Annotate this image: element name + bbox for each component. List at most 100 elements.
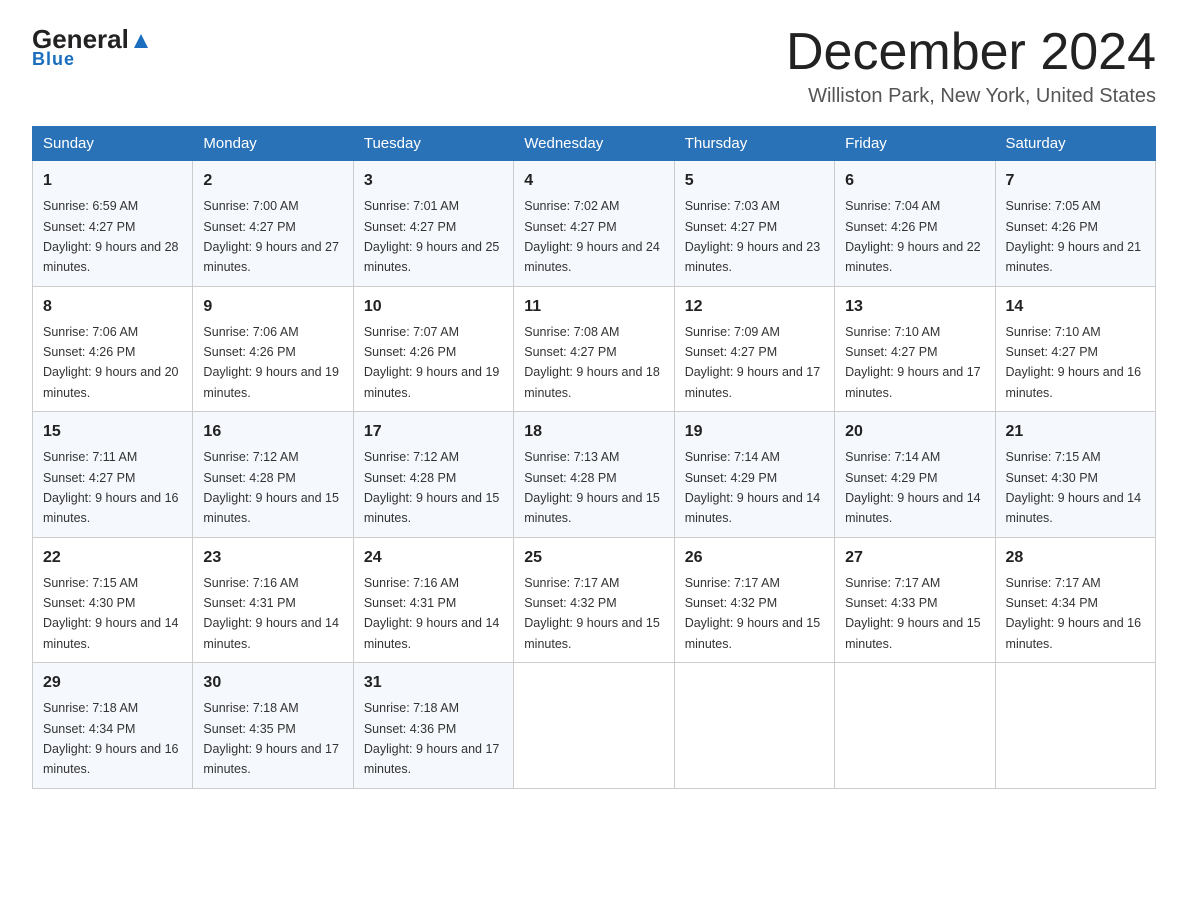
logo-blue-text: Blue [32, 49, 75, 70]
calendar-cell: 25 Sunrise: 7:17 AMSunset: 4:32 PMDaylig… [514, 537, 674, 663]
day-number: 21 [1006, 420, 1145, 444]
header-thursday: Thursday [674, 127, 834, 161]
day-number: 1 [43, 169, 182, 193]
day-info: Sunrise: 6:59 AMSunset: 4:27 PMDaylight:… [43, 199, 179, 274]
day-info: Sunrise: 7:14 AMSunset: 4:29 PMDaylight:… [685, 450, 821, 525]
calendar-cell [995, 663, 1155, 789]
day-number: 6 [845, 169, 984, 193]
day-info: Sunrise: 7:04 AMSunset: 4:26 PMDaylight:… [845, 199, 981, 274]
day-info: Sunrise: 7:05 AMSunset: 4:26 PMDaylight:… [1006, 199, 1142, 274]
header-tuesday: Tuesday [353, 127, 513, 161]
day-info: Sunrise: 7:08 AMSunset: 4:27 PMDaylight:… [524, 325, 660, 400]
day-info: Sunrise: 7:18 AMSunset: 4:34 PMDaylight:… [43, 701, 179, 776]
calendar-week-row: 8 Sunrise: 7:06 AMSunset: 4:26 PMDayligh… [33, 286, 1156, 412]
day-number: 20 [845, 420, 984, 444]
day-number: 16 [203, 420, 342, 444]
calendar-cell: 15 Sunrise: 7:11 AMSunset: 4:27 PMDaylig… [33, 412, 193, 538]
calendar-cell: 11 Sunrise: 7:08 AMSunset: 4:27 PMDaylig… [514, 286, 674, 412]
day-number: 9 [203, 295, 342, 319]
calendar-week-row: 1 Sunrise: 6:59 AMSunset: 4:27 PMDayligh… [33, 161, 1156, 287]
header-sunday: Sunday [33, 127, 193, 161]
calendar-cell: 24 Sunrise: 7:16 AMSunset: 4:31 PMDaylig… [353, 537, 513, 663]
logo: General Blue [32, 24, 153, 70]
calendar-cell: 5 Sunrise: 7:03 AMSunset: 4:27 PMDayligh… [674, 161, 834, 287]
day-number: 17 [364, 420, 503, 444]
day-info: Sunrise: 7:16 AMSunset: 4:31 PMDaylight:… [364, 576, 500, 651]
header-friday: Friday [835, 127, 995, 161]
calendar-cell: 2 Sunrise: 7:00 AMSunset: 4:27 PMDayligh… [193, 161, 353, 287]
calendar-week-row: 29 Sunrise: 7:18 AMSunset: 4:34 PMDaylig… [33, 663, 1156, 789]
day-number: 22 [43, 546, 182, 570]
day-number: 26 [685, 546, 824, 570]
calendar-cell: 30 Sunrise: 7:18 AMSunset: 4:35 PMDaylig… [193, 663, 353, 789]
day-number: 29 [43, 671, 182, 695]
day-info: Sunrise: 7:06 AMSunset: 4:26 PMDaylight:… [43, 325, 179, 400]
day-number: 19 [685, 420, 824, 444]
calendar-cell: 18 Sunrise: 7:13 AMSunset: 4:28 PMDaylig… [514, 412, 674, 538]
day-info: Sunrise: 7:17 AMSunset: 4:32 PMDaylight:… [524, 576, 660, 651]
logo-triangle-icon [129, 24, 153, 55]
day-info: Sunrise: 7:15 AMSunset: 4:30 PMDaylight:… [43, 576, 179, 651]
day-number: 23 [203, 546, 342, 570]
calendar-cell: 14 Sunrise: 7:10 AMSunset: 4:27 PMDaylig… [995, 286, 1155, 412]
day-info: Sunrise: 7:01 AMSunset: 4:27 PMDaylight:… [364, 199, 500, 274]
calendar-cell: 8 Sunrise: 7:06 AMSunset: 4:26 PMDayligh… [33, 286, 193, 412]
day-number: 15 [43, 420, 182, 444]
day-info: Sunrise: 7:13 AMSunset: 4:28 PMDaylight:… [524, 450, 660, 525]
day-number: 30 [203, 671, 342, 695]
calendar-body: 1 Sunrise: 6:59 AMSunset: 4:27 PMDayligh… [33, 161, 1156, 789]
day-number: 28 [1006, 546, 1145, 570]
calendar-header: Sunday Monday Tuesday Wednesday Thursday… [33, 127, 1156, 161]
day-info: Sunrise: 7:02 AMSunset: 4:27 PMDaylight:… [524, 199, 660, 274]
day-number: 25 [524, 546, 663, 570]
calendar-cell: 12 Sunrise: 7:09 AMSunset: 4:27 PMDaylig… [674, 286, 834, 412]
day-number: 10 [364, 295, 503, 319]
calendar-cell: 28 Sunrise: 7:17 AMSunset: 4:34 PMDaylig… [995, 537, 1155, 663]
calendar-cell: 17 Sunrise: 7:12 AMSunset: 4:28 PMDaylig… [353, 412, 513, 538]
calendar-week-row: 15 Sunrise: 7:11 AMSunset: 4:27 PMDaylig… [33, 412, 1156, 538]
day-info: Sunrise: 7:17 AMSunset: 4:32 PMDaylight:… [685, 576, 821, 651]
location-subtitle: Williston Park, New York, United States [786, 85, 1156, 108]
calendar-cell: 13 Sunrise: 7:10 AMSunset: 4:27 PMDaylig… [835, 286, 995, 412]
calendar-table: Sunday Monday Tuesday Wednesday Thursday… [32, 126, 1156, 789]
calendar-cell: 23 Sunrise: 7:16 AMSunset: 4:31 PMDaylig… [193, 537, 353, 663]
day-info: Sunrise: 7:10 AMSunset: 4:27 PMDaylight:… [1006, 325, 1142, 400]
day-info: Sunrise: 7:17 AMSunset: 4:34 PMDaylight:… [1006, 576, 1142, 651]
calendar-cell: 6 Sunrise: 7:04 AMSunset: 4:26 PMDayligh… [835, 161, 995, 287]
calendar-cell: 7 Sunrise: 7:05 AMSunset: 4:26 PMDayligh… [995, 161, 1155, 287]
day-info: Sunrise: 7:15 AMSunset: 4:30 PMDaylight:… [1006, 450, 1142, 525]
day-number: 24 [364, 546, 503, 570]
calendar-cell: 19 Sunrise: 7:14 AMSunset: 4:29 PMDaylig… [674, 412, 834, 538]
day-info: Sunrise: 7:03 AMSunset: 4:27 PMDaylight:… [685, 199, 821, 274]
header-monday: Monday [193, 127, 353, 161]
calendar-cell: 22 Sunrise: 7:15 AMSunset: 4:30 PMDaylig… [33, 537, 193, 663]
day-info: Sunrise: 7:14 AMSunset: 4:29 PMDaylight:… [845, 450, 981, 525]
calendar-cell: 31 Sunrise: 7:18 AMSunset: 4:36 PMDaylig… [353, 663, 513, 789]
day-info: Sunrise: 7:00 AMSunset: 4:27 PMDaylight:… [203, 199, 339, 274]
calendar-cell: 20 Sunrise: 7:14 AMSunset: 4:29 PMDaylig… [835, 412, 995, 538]
day-info: Sunrise: 7:18 AMSunset: 4:35 PMDaylight:… [203, 701, 339, 776]
month-title: December 2024 [786, 24, 1156, 81]
calendar-cell [835, 663, 995, 789]
page-header: General Blue December 2024 Williston Par… [32, 24, 1156, 108]
calendar-cell: 16 Sunrise: 7:12 AMSunset: 4:28 PMDaylig… [193, 412, 353, 538]
calendar-cell: 27 Sunrise: 7:17 AMSunset: 4:33 PMDaylig… [835, 537, 995, 663]
day-number: 2 [203, 169, 342, 193]
calendar-cell: 21 Sunrise: 7:15 AMSunset: 4:30 PMDaylig… [995, 412, 1155, 538]
calendar-cell: 29 Sunrise: 7:18 AMSunset: 4:34 PMDaylig… [33, 663, 193, 789]
day-info: Sunrise: 7:17 AMSunset: 4:33 PMDaylight:… [845, 576, 981, 651]
calendar-cell: 3 Sunrise: 7:01 AMSunset: 4:27 PMDayligh… [353, 161, 513, 287]
day-info: Sunrise: 7:16 AMSunset: 4:31 PMDaylight:… [203, 576, 339, 651]
day-number: 31 [364, 671, 503, 695]
header-saturday: Saturday [995, 127, 1155, 161]
day-info: Sunrise: 7:06 AMSunset: 4:26 PMDaylight:… [203, 325, 339, 400]
day-number: 4 [524, 169, 663, 193]
calendar-cell: 10 Sunrise: 7:07 AMSunset: 4:26 PMDaylig… [353, 286, 513, 412]
calendar-cell [514, 663, 674, 789]
day-number: 3 [364, 169, 503, 193]
calendar-cell: 26 Sunrise: 7:17 AMSunset: 4:32 PMDaylig… [674, 537, 834, 663]
day-info: Sunrise: 7:18 AMSunset: 4:36 PMDaylight:… [364, 701, 500, 776]
header-wednesday: Wednesday [514, 127, 674, 161]
day-number: 11 [524, 295, 663, 319]
calendar-week-row: 22 Sunrise: 7:15 AMSunset: 4:30 PMDaylig… [33, 537, 1156, 663]
